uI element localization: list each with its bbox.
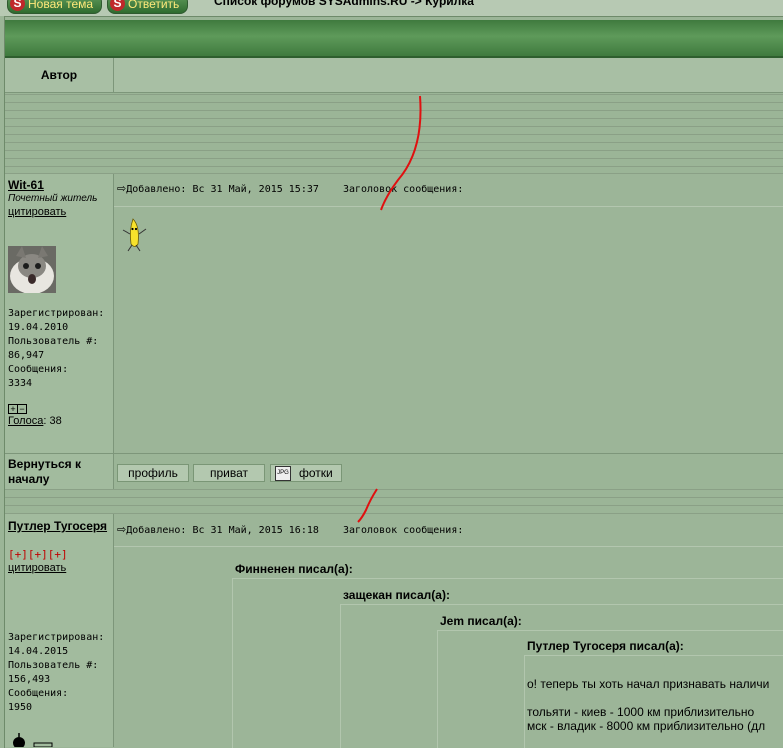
author-column-header: Автор (5, 58, 114, 92)
post2-meta-text: Добавлено: Вс 31 Май, 2015 16:18 Заголов… (126, 525, 464, 536)
messages-count: 3334 (8, 378, 33, 389)
new-topic-label: Новая тема (28, 0, 94, 11)
s-logo-icon: S (10, 0, 25, 11)
post2-divider (114, 546, 783, 547)
post-arrow-icon[interactable]: ⇨ (117, 183, 126, 195)
table-header-row (5, 58, 783, 93)
registered-label: Зарегистрирован: (8, 632, 105, 643)
quote-author-3: Jem писал(а): (440, 614, 522, 628)
post1-meta-text: Добавлено: Вс 31 Май, 2015 15:37 Заголов… (126, 184, 464, 195)
user-number-label: Пользователь #: (8, 660, 99, 671)
post1-username[interactable]: Wit-61 (8, 178, 44, 192)
post-arrow-icon[interactable]: ⇨ (117, 524, 126, 536)
quote-body: о! теперь ты хоть начал признавать налич… (527, 677, 783, 733)
post2-meta: ⇨Добавлено: Вс 31 Май, 2015 16:18 Заголо… (117, 523, 463, 536)
separator-line (5, 489, 783, 490)
separator-line (5, 150, 783, 151)
post1-avatar (8, 246, 56, 293)
user-number-label: Пользователь #: (8, 336, 99, 347)
private-message-button[interactable]: приват (193, 464, 265, 482)
jpg-icon: JPG (275, 466, 291, 481)
post1-body-cell (114, 174, 783, 453)
row-divider (5, 453, 783, 454)
separator-line (5, 94, 783, 95)
post1-rank: Почетный житель (8, 193, 98, 204)
s-logo-icon: S (110, 0, 125, 11)
quote-author-4: Путлер Тугосеря писал(а): (527, 639, 684, 653)
user-number: 156,493 (8, 674, 51, 685)
top-toolbar: S Новая тема S Ответить Список форумов S… (0, 0, 783, 16)
post2-rank-stars: [+][+][+] (8, 548, 68, 561)
title-bar (5, 20, 783, 58)
reply-label: Ответить (128, 0, 180, 11)
separator-line (5, 497, 783, 498)
messages-count: 1950 (8, 702, 33, 713)
votes-count: : 38 (43, 415, 62, 427)
post1-votes: Голоса: 38 (8, 415, 62, 427)
registered-label: Зарегистрирован: (8, 308, 105, 319)
breadcrumb[interactable]: Список форумов SYSAdmins.RU -> Курилка (214, 0, 474, 8)
quote-author-1: Финненен писал(а): (235, 562, 353, 576)
post1-quote-link[interactable]: цитировать (8, 206, 66, 218)
quote-line: тольяти - киев - 1000 км приблизительно (527, 705, 755, 719)
separator-line (5, 134, 783, 135)
separator-line (5, 505, 783, 506)
profile-button[interactable]: профиль (117, 464, 189, 482)
separator-line (5, 110, 783, 111)
registered-date: 14.04.2015 (8, 646, 69, 657)
separator-line (5, 118, 783, 119)
quote-line: мск - владик - 8000 км приблизительно (д… (527, 719, 766, 733)
dancing-banana-icon (122, 218, 147, 252)
user-number: 86,947 (8, 350, 45, 361)
gender-and-vote-icon (13, 733, 53, 747)
separator-line (5, 142, 783, 143)
post1-user-info: Зарегистрирован: 19.04.2010 Пользователь… (8, 307, 104, 391)
reply-button[interactable]: S Ответить (107, 0, 189, 14)
messages-label: Сообщения: (8, 364, 69, 375)
registered-date: 19.04.2010 (8, 322, 69, 333)
new-topic-button[interactable]: S Новая тема (7, 0, 103, 14)
post2-user-info: Зарегистрирован: 14.04.2015 Пользователь… (8, 631, 104, 715)
vote-plus-minus-icon[interactable]: + − (8, 404, 27, 414)
photos-button[interactable]: JPG фотки (270, 464, 342, 482)
post2-quote-link[interactable]: цитировать (8, 562, 66, 574)
messages-label: Сообщения: (8, 688, 69, 699)
separator-line (5, 166, 783, 167)
quote-line: о! теперь ты хоть начал признавать налич… (527, 677, 770, 691)
back-to-top-link[interactable]: Вернуться к началу (8, 457, 108, 487)
post1-meta: ⇨Добавлено: Вс 31 Май, 2015 15:37 Заголо… (117, 182, 463, 195)
post1-divider (114, 206, 783, 207)
quote-author-2: защекан писал(а): (343, 588, 450, 602)
separator-line (5, 102, 783, 103)
votes-link[interactable]: Голоса (8, 415, 43, 427)
post2-username[interactable]: Путлер Тугосеря (8, 519, 108, 533)
separator-line (5, 126, 783, 127)
photos-label: фотки (299, 466, 333, 480)
separator-line (5, 158, 783, 159)
